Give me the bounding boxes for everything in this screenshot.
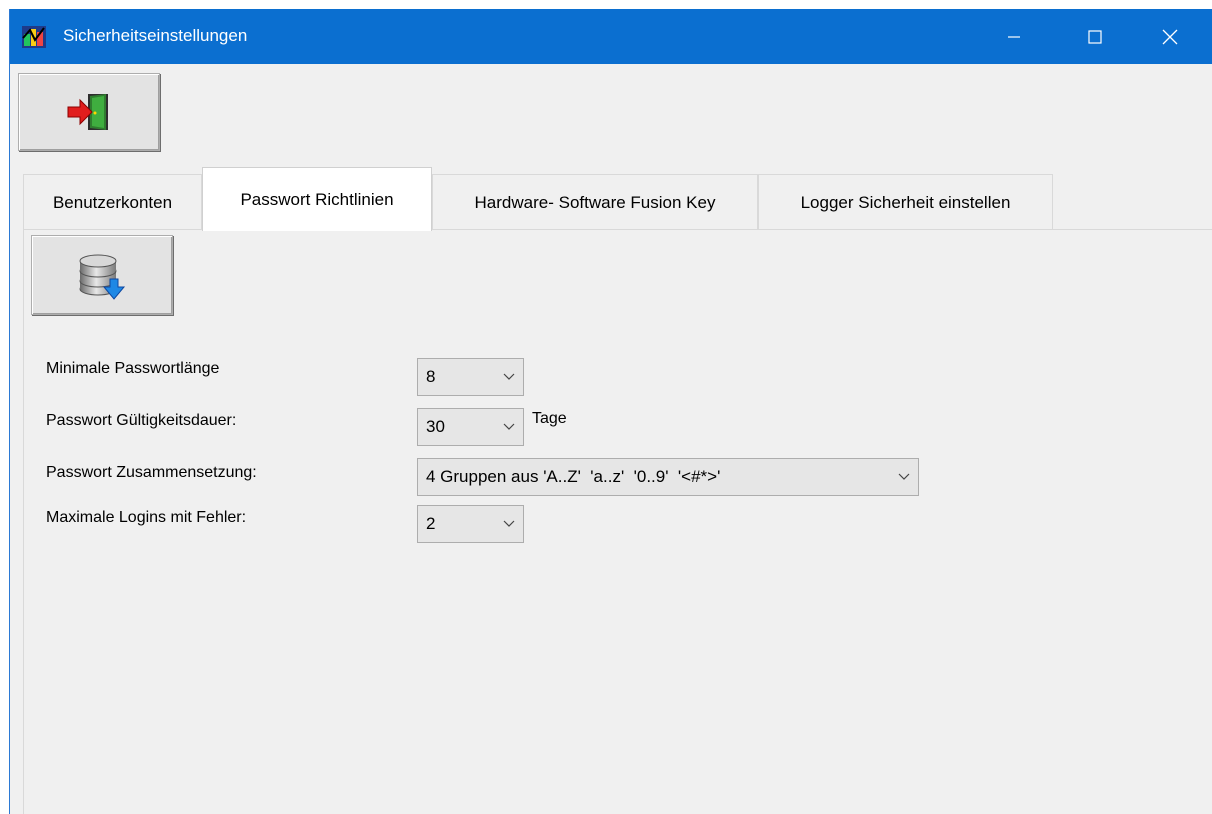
maximize-icon [1088,29,1102,44]
tab-fusion-key[interactable]: Hardware- Software Fusion Key [432,174,758,230]
exit-button[interactable] [18,73,160,151]
app-icon [22,26,46,48]
save-button[interactable] [31,235,173,315]
tab-label: Benutzerkonten [52,192,173,212]
tab-panel-left-border [23,229,24,814]
min-length-value: 8 [426,367,436,386]
window-title: Sicherheitseinstellungen [63,26,248,45]
validity-value: 30 [426,417,445,436]
tab-label: Logger Sicherheit einstellen [800,192,1011,212]
exit-door-icon [67,94,108,130]
minimize-icon [1008,35,1020,38]
composition-label: Passwort Zusammensetzung: [46,464,257,481]
close-icon [1162,29,1178,44]
validity-select[interactable]: 30 [417,408,524,446]
close-button[interactable] [1141,9,1199,64]
tab-passwort-richtlinien[interactable]: Passwort Richtlinien [202,167,432,231]
maximize-button[interactable] [1066,9,1124,64]
composition-select[interactable]: 4 Gruppen aus 'A..Z' 'a..z' '0..9' '<#*>… [417,458,919,496]
tab-logger-sicherheit[interactable]: Logger Sicherheit einstellen [758,174,1053,230]
tab-benutzerkonten[interactable]: Benutzerkonten [23,174,202,230]
chevron-down-icon [495,359,523,395]
min-length-label: Minimale Passwortlänge [46,360,220,377]
tab-label: Passwort Richtlinien [240,189,394,209]
tab-label: Hardware- Software Fusion Key [474,192,716,212]
minimize-button[interactable] [985,9,1043,64]
validity-label: Passwort Gültigkeitsdauer: [46,412,237,429]
composition-value: 4 Gruppen aus 'A..Z' 'a..z' '0..9' '<#*>… [426,467,721,486]
chevron-down-icon [495,506,523,542]
chevron-down-icon [890,459,918,495]
min-length-select[interactable]: 8 [417,358,524,396]
title-bar[interactable]: Sicherheitseinstellungen [10,9,1212,64]
max-logins-value: 2 [426,514,436,533]
window: Sicherheitseinstellungen Benutzerkonten … [9,9,1212,814]
max-logins-label: Maximale Logins mit Fehler: [46,509,247,526]
validity-unit: Tage [532,410,567,427]
chevron-down-icon [495,409,523,445]
max-logins-select[interactable]: 2 [417,505,524,543]
database-save-icon [79,254,126,300]
